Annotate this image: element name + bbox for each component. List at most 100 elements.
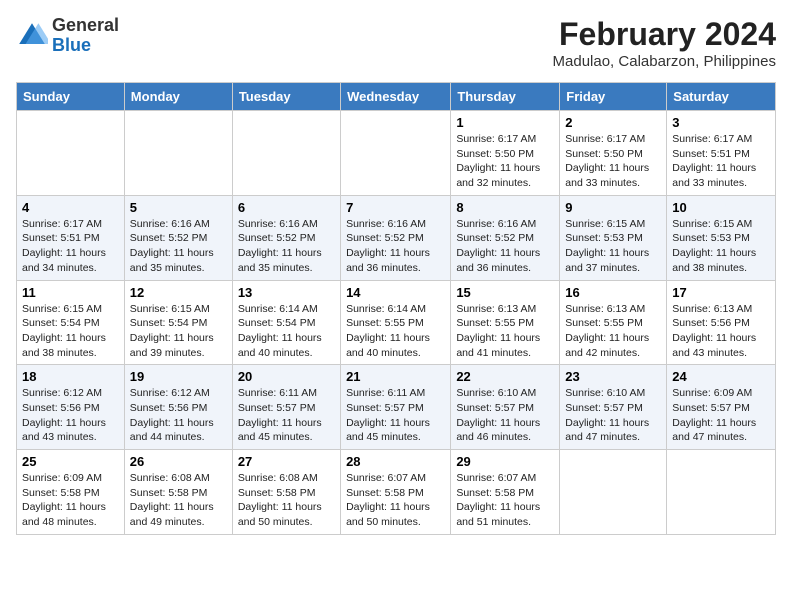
day-info: Sunrise: 6:07 AM Sunset: 5:58 PM Dayligh… bbox=[456, 471, 554, 530]
calendar-cell bbox=[341, 111, 451, 196]
calendar-cell: 14 Sunrise: 6:14 AM Sunset: 5:55 PM Dayli… bbox=[341, 280, 451, 365]
calendar-cell: 11Sunrise: 6:15 AM Sunset: 5:54 PM Dayli… bbox=[17, 280, 125, 365]
logo-general: General bbox=[52, 15, 119, 35]
calendar-table: SundayMondayTuesdayWednesdayThursdayFrid… bbox=[16, 82, 776, 535]
day-number: 7 bbox=[346, 200, 445, 215]
calendar-cell: 24Sunrise: 6:09 AM Sunset: 5:57 PM Dayli… bbox=[667, 365, 776, 450]
day-info: Sunrise: 6:17 AM Sunset: 5:51 PM Dayligh… bbox=[22, 217, 119, 276]
calendar-cell: 26 Sunrise: 6:08 AM Sunset: 5:58 PM Dayli… bbox=[124, 450, 232, 535]
day-number: 13 bbox=[238, 285, 335, 300]
calendar-cell: 16 Sunrise: 6:13 AM Sunset: 5:55 PM Dayli… bbox=[560, 280, 667, 365]
day-number: 25 bbox=[22, 454, 119, 469]
calendar-cell: 13 Sunrise: 6:14 AM Sunset: 5:54 PM Dayli… bbox=[232, 280, 340, 365]
logo-blue: Blue bbox=[52, 35, 91, 55]
calendar-cell bbox=[667, 450, 776, 535]
day-info: Sunrise: 6:11 AM Sunset: 5:57 PM Dayligh… bbox=[346, 386, 445, 445]
day-number: 12 bbox=[130, 285, 227, 300]
day-info: Sunrise: 6:17 AM Sunset: 5:50 PM Dayligh… bbox=[565, 132, 661, 191]
day-info: Sunrise: 6:09 AM Sunset: 5:58 PM Dayligh… bbox=[22, 471, 119, 530]
calendar-cell: 4 Sunrise: 6:17 AM Sunset: 5:51 PM Daylig… bbox=[17, 195, 125, 280]
title-block: February 2024 Madulao, Calabarzon, Phili… bbox=[553, 16, 776, 70]
day-info: Sunrise: 6:07 AM Sunset: 5:58 PM Dayligh… bbox=[346, 471, 445, 530]
day-number: 22 bbox=[456, 369, 554, 384]
day-number: 2 bbox=[565, 115, 661, 130]
day-info: Sunrise: 6:10 AM Sunset: 5:57 PM Dayligh… bbox=[565, 386, 661, 445]
calendar-cell: 1 Sunrise: 6:17 AM Sunset: 5:50 PM Daylig… bbox=[451, 111, 560, 196]
calendar-cell: 15 Sunrise: 6:13 AM Sunset: 5:55 PM Dayli… bbox=[451, 280, 560, 365]
calendar-cell: 21 Sunrise: 6:11 AM Sunset: 5:57 PM Dayli… bbox=[341, 365, 451, 450]
calendar-cell: 12 Sunrise: 6:15 AM Sunset: 5:54 PM Dayli… bbox=[124, 280, 232, 365]
day-number: 6 bbox=[238, 200, 335, 215]
day-info: Sunrise: 6:08 AM Sunset: 5:58 PM Dayligh… bbox=[130, 471, 227, 530]
day-number: 15 bbox=[456, 285, 554, 300]
page-title: February 2024 bbox=[553, 16, 776, 53]
day-number: 8 bbox=[456, 200, 554, 215]
calendar-cell bbox=[17, 111, 125, 196]
day-info: Sunrise: 6:08 AM Sunset: 5:58 PM Dayligh… bbox=[238, 471, 335, 530]
day-info: Sunrise: 6:13 AM Sunset: 5:55 PM Dayligh… bbox=[565, 302, 661, 361]
day-number: 17 bbox=[672, 285, 770, 300]
page-subtitle: Madulao, Calabarzon, Philippines bbox=[553, 53, 776, 70]
day-info: Sunrise: 6:15 AM Sunset: 5:53 PM Dayligh… bbox=[565, 217, 661, 276]
col-header-sunday: Sunday bbox=[17, 83, 125, 111]
day-info: Sunrise: 6:12 AM Sunset: 5:56 PM Dayligh… bbox=[22, 386, 119, 445]
day-number: 24 bbox=[672, 369, 770, 384]
day-info: Sunrise: 6:10 AM Sunset: 5:57 PM Dayligh… bbox=[456, 386, 554, 445]
calendar-cell: 6 Sunrise: 6:16 AM Sunset: 5:52 PM Daylig… bbox=[232, 195, 340, 280]
day-number: 28 bbox=[346, 454, 445, 469]
day-number: 1 bbox=[456, 115, 554, 130]
calendar-cell: 7 Sunrise: 6:16 AM Sunset: 5:52 PM Daylig… bbox=[341, 195, 451, 280]
day-info: Sunrise: 6:16 AM Sunset: 5:52 PM Dayligh… bbox=[238, 217, 335, 276]
day-number: 3 bbox=[672, 115, 770, 130]
day-info: Sunrise: 6:17 AM Sunset: 5:50 PM Dayligh… bbox=[456, 132, 554, 191]
day-number: 18 bbox=[22, 369, 119, 384]
calendar-cell bbox=[560, 450, 667, 535]
page-header: General Blue February 2024 Madulao, Cala… bbox=[16, 16, 776, 70]
day-number: 21 bbox=[346, 369, 445, 384]
day-number: 29 bbox=[456, 454, 554, 469]
col-header-saturday: Saturday bbox=[667, 83, 776, 111]
col-header-monday: Monday bbox=[124, 83, 232, 111]
calendar-cell bbox=[232, 111, 340, 196]
day-info: Sunrise: 6:14 AM Sunset: 5:54 PM Dayligh… bbox=[238, 302, 335, 361]
logo: General Blue bbox=[16, 16, 119, 56]
day-info: Sunrise: 6:16 AM Sunset: 5:52 PM Dayligh… bbox=[346, 217, 445, 276]
day-number: 10 bbox=[672, 200, 770, 215]
calendar-cell: 27 Sunrise: 6:08 AM Sunset: 5:58 PM Dayli… bbox=[232, 450, 340, 535]
day-info: Sunrise: 6:14 AM Sunset: 5:55 PM Dayligh… bbox=[346, 302, 445, 361]
day-number: 27 bbox=[238, 454, 335, 469]
calendar-cell: 8 Sunrise: 6:16 AM Sunset: 5:52 PM Daylig… bbox=[451, 195, 560, 280]
logo-icon bbox=[16, 20, 48, 52]
calendar-cell: 10Sunrise: 6:15 AM Sunset: 5:53 PM Dayli… bbox=[667, 195, 776, 280]
day-info: Sunrise: 6:13 AM Sunset: 5:55 PM Dayligh… bbox=[456, 302, 554, 361]
day-info: Sunrise: 6:13 AM Sunset: 5:56 PM Dayligh… bbox=[672, 302, 770, 361]
calendar-cell: 5 Sunrise: 6:16 AM Sunset: 5:52 PM Daylig… bbox=[124, 195, 232, 280]
calendar-cell: 18 Sunrise: 6:12 AM Sunset: 5:56 PM Dayli… bbox=[17, 365, 125, 450]
calendar-cell: 29 Sunrise: 6:07 AM Sunset: 5:58 PM Dayli… bbox=[451, 450, 560, 535]
day-number: 9 bbox=[565, 200, 661, 215]
day-number: 26 bbox=[130, 454, 227, 469]
day-number: 16 bbox=[565, 285, 661, 300]
day-number: 11 bbox=[22, 285, 119, 300]
calendar-cell bbox=[124, 111, 232, 196]
calendar-cell: 19 Sunrise: 6:12 AM Sunset: 5:56 PM Dayli… bbox=[124, 365, 232, 450]
calendar-cell: 2 Sunrise: 6:17 AM Sunset: 5:50 PM Daylig… bbox=[560, 111, 667, 196]
calendar-cell: 23 Sunrise: 6:10 AM Sunset: 5:57 PM Dayli… bbox=[560, 365, 667, 450]
day-number: 19 bbox=[130, 369, 227, 384]
day-info: Sunrise: 6:12 AM Sunset: 5:56 PM Dayligh… bbox=[130, 386, 227, 445]
day-info: Sunrise: 6:17 AM Sunset: 5:51 PM Dayligh… bbox=[672, 132, 770, 191]
calendar-cell: 20 Sunrise: 6:11 AM Sunset: 5:57 PM Dayli… bbox=[232, 365, 340, 450]
day-info: Sunrise: 6:16 AM Sunset: 5:52 PM Dayligh… bbox=[130, 217, 227, 276]
day-number: 14 bbox=[346, 285, 445, 300]
day-info: Sunrise: 6:16 AM Sunset: 5:52 PM Dayligh… bbox=[456, 217, 554, 276]
col-header-thursday: Thursday bbox=[451, 83, 560, 111]
day-info: Sunrise: 6:15 AM Sunset: 5:54 PM Dayligh… bbox=[130, 302, 227, 361]
day-number: 23 bbox=[565, 369, 661, 384]
col-header-tuesday: Tuesday bbox=[232, 83, 340, 111]
col-header-friday: Friday bbox=[560, 83, 667, 111]
day-number: 20 bbox=[238, 369, 335, 384]
day-number: 4 bbox=[22, 200, 119, 215]
calendar-cell: 3 Sunrise: 6:17 AM Sunset: 5:51 PM Daylig… bbox=[667, 111, 776, 196]
day-info: Sunrise: 6:11 AM Sunset: 5:57 PM Dayligh… bbox=[238, 386, 335, 445]
day-number: 5 bbox=[130, 200, 227, 215]
